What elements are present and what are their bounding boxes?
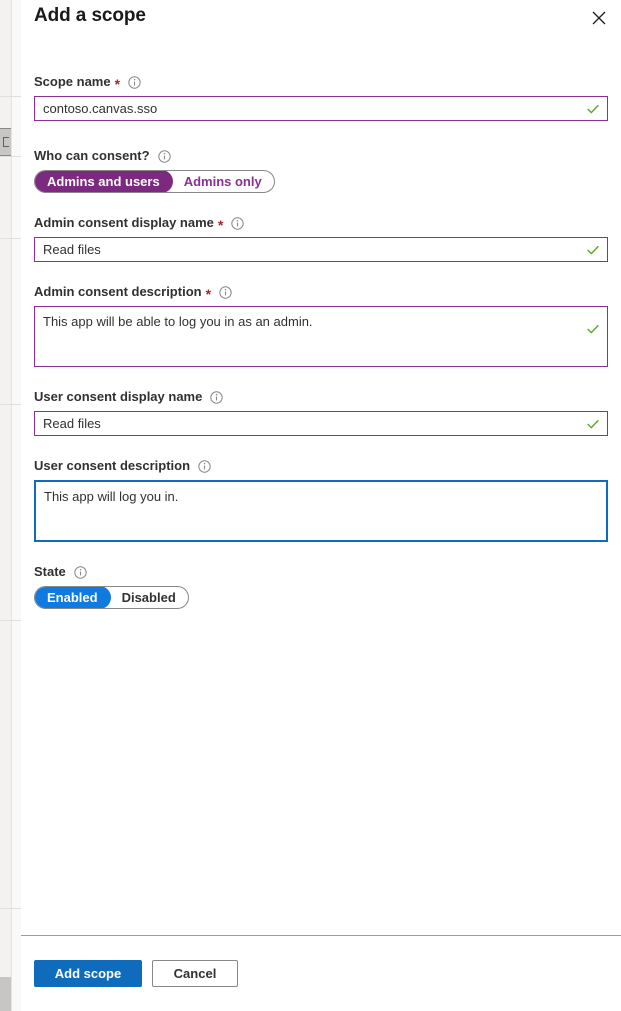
required-indicator: * xyxy=(205,286,212,302)
field-state: State Enabled Disabled xyxy=(34,542,608,609)
required-indicator: * xyxy=(114,76,121,92)
add-scope-button[interactable]: Add scope xyxy=(34,960,142,987)
required-indicator: * xyxy=(217,217,224,233)
user-consent-description-label: User consent description xyxy=(34,458,608,474)
scope-name-input-wrap[interactable] xyxy=(34,96,608,121)
admin-consent-display-name-input-wrap[interactable] xyxy=(34,237,608,262)
user-consent-display-name-label: User consent display name xyxy=(34,389,608,405)
user-consent-display-name-input[interactable] xyxy=(35,412,607,435)
add-scope-panel: Add a scope Scope name * contoso.canvas.… xyxy=(21,0,621,1011)
admin-consent-description-label-text: Admin consent description xyxy=(34,284,202,299)
scope-name-input[interactable] xyxy=(35,97,607,120)
info-icon[interactable] xyxy=(157,149,171,163)
admin-consent-description-textarea[interactable] xyxy=(35,307,607,366)
state-label-text: State xyxy=(34,564,66,579)
cancel-button[interactable]: Cancel xyxy=(152,960,238,987)
admin-consent-display-name-label: Admin consent display name * xyxy=(34,215,608,233)
close-button[interactable] xyxy=(583,3,615,33)
info-icon[interactable] xyxy=(231,216,245,230)
background-row-divider xyxy=(0,96,21,97)
field-scope-name: Scope name * xyxy=(34,44,608,121)
scope-name-label-text: Scope name xyxy=(34,74,111,89)
toggle-option-enabled[interactable]: Enabled xyxy=(34,587,111,608)
background-page-column xyxy=(12,0,21,1011)
who-can-consent-label-text: Who can consent? xyxy=(34,148,150,163)
background-scrollbar-bottom[interactable] xyxy=(0,977,11,1011)
info-icon[interactable] xyxy=(128,75,141,89)
admin-consent-display-name-input[interactable] xyxy=(35,238,607,261)
info-icon[interactable] xyxy=(198,459,211,473)
state-label: State xyxy=(34,564,608,580)
field-admin-consent-description: Admin consent description * xyxy=(34,262,608,367)
admin-consent-display-name-label-text: Admin consent display name xyxy=(34,215,214,230)
field-user-consent-description: User consent description xyxy=(34,436,608,542)
user-consent-display-name-input-wrap[interactable] xyxy=(34,411,608,436)
state-toggle[interactable]: Enabled Disabled xyxy=(34,586,189,609)
field-who-can-consent: Who can consent? Admins and users Admins… xyxy=(34,121,608,193)
user-consent-description-label-text: User consent description xyxy=(34,458,191,473)
background-row-divider xyxy=(0,238,21,239)
info-icon[interactable] xyxy=(210,390,224,404)
info-icon[interactable] xyxy=(219,285,232,299)
field-admin-consent-display-name: Admin consent display name * xyxy=(34,193,608,262)
toggle-option-admins-only[interactable]: Admins only xyxy=(171,171,274,192)
panel-body: Scope name * contoso.canvas.sso Who can … xyxy=(21,44,621,935)
background-row-divider xyxy=(0,404,21,405)
field-user-consent-display-name: User consent display name xyxy=(34,367,608,436)
admin-consent-description-label: Admin consent description * xyxy=(34,284,608,302)
user-consent-description-textarea[interactable] xyxy=(36,482,606,540)
background-row-divider xyxy=(0,908,21,909)
background-row-divider xyxy=(0,620,21,621)
panel-footer: Add scope Cancel xyxy=(21,935,621,1011)
panel-header: Add a scope xyxy=(21,0,621,44)
background-row-divider xyxy=(0,156,21,157)
scope-name-label: Scope name * xyxy=(34,74,608,92)
background-page-strip xyxy=(0,0,21,1011)
who-can-consent-toggle[interactable]: Admins and users Admins only xyxy=(34,170,275,193)
user-consent-display-name-label-text: User consent display name xyxy=(34,389,203,404)
close-icon xyxy=(592,11,606,25)
who-can-consent-label: Who can consent? xyxy=(34,148,608,164)
background-scrollbar-thumb[interactable] xyxy=(0,128,11,156)
page-title: Add a scope xyxy=(34,5,146,26)
toggle-option-admins-and-users[interactable]: Admins and users xyxy=(34,171,173,192)
info-icon[interactable] xyxy=(74,565,87,579)
toggle-option-disabled[interactable]: Disabled xyxy=(109,587,188,608)
user-consent-description-textarea-wrap[interactable] xyxy=(34,480,608,542)
admin-consent-description-textarea-wrap[interactable] xyxy=(34,306,608,367)
